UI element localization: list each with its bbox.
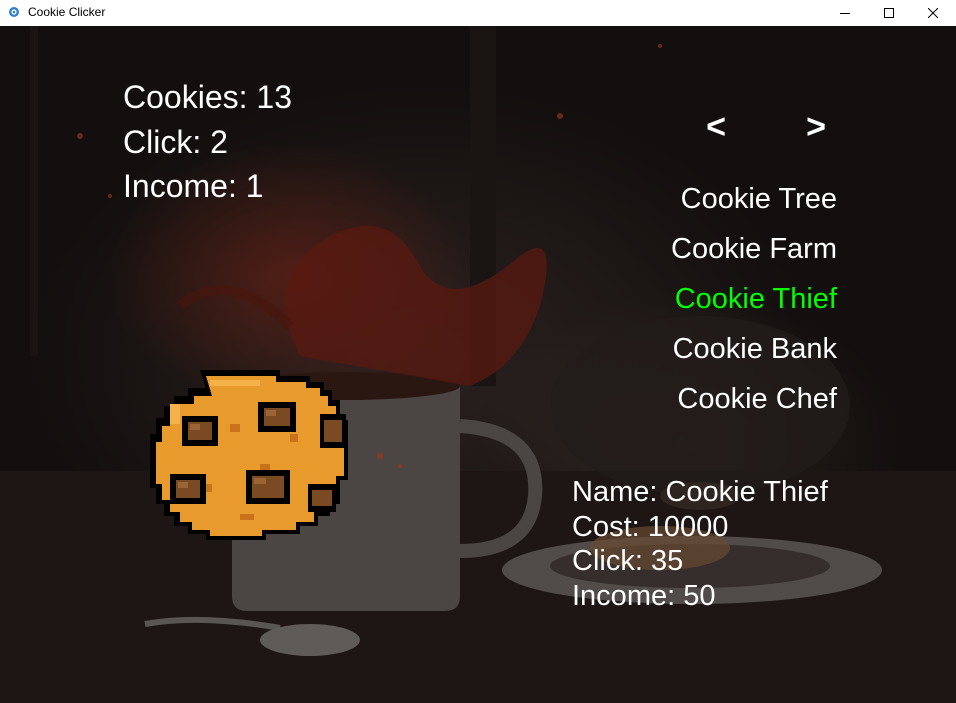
income-value: Income: 1 [123,168,264,204]
item-details-panel: Name: Cookie Thief Cost: 10000 Click: 35… [572,475,828,613]
shop-item-cookie-chef[interactable]: Cookie Chef [671,374,837,424]
close-icon [928,8,938,18]
next-page-button[interactable]: > [796,108,836,147]
cookie-button[interactable] [140,364,360,554]
detail-click: Click: 35 [572,545,684,577]
detail-cost: Cost: 10000 [572,510,729,543]
shop-item-cookie-bank[interactable]: Cookie Bank [671,324,837,374]
detail-income: Income: 50 [572,579,716,612]
prev-page-button[interactable]: < [696,108,736,147]
close-button[interactable] [910,0,956,26]
maximize-icon [884,8,894,18]
app-icon [8,6,20,18]
shop-list: Cookie Tree Cookie Farm Cookie Thief Coo… [671,174,837,424]
cookies-count: Cookies: 13 [123,79,292,115]
stats-panel: Cookies: 13 Click: 2 Income: 1 [123,75,292,209]
minimize-button[interactable] [822,0,868,26]
title-bar: Cookie Clicker [0,0,956,26]
window-title: Cookie Clicker [28,5,106,19]
detail-name: Name: Cookie Thief [572,476,828,508]
click-value: Click: 2 [123,123,228,160]
shop-item-cookie-tree[interactable]: Cookie Tree [671,174,837,224]
maximize-button[interactable] [866,0,912,26]
shop-item-cookie-farm[interactable]: Cookie Farm [671,224,837,274]
minimize-icon [840,13,850,14]
pixel-cookie-icon [150,370,348,540]
game-canvas: Cookies: 13 Click: 2 Income: 1 < > Cooki… [0,26,956,703]
shop-item-cookie-thief[interactable]: Cookie Thief [671,274,837,324]
